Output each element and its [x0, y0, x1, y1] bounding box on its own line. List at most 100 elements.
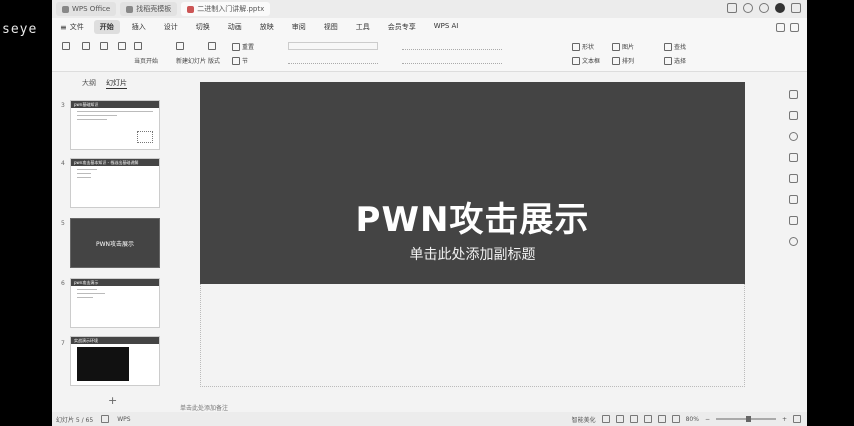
font-box[interactable]: [288, 42, 378, 50]
window-layout-icon[interactable]: [727, 3, 737, 13]
brush-icon: [118, 42, 126, 50]
menu-item[interactable]: 动画: [222, 20, 248, 34]
wps-window: WPS Office 找稻壳模板 二进制入门讲解.pptx ≡ 文件 开始 插入…: [52, 0, 807, 426]
font-format-row[interactable]: [288, 56, 378, 64]
pin-icon[interactable]: [788, 111, 798, 120]
section-button[interactable]: 节: [232, 56, 248, 65]
shape-icon: [572, 42, 580, 51]
theme-icon[interactable]: [759, 3, 769, 13]
new-slide-button[interactable]: [176, 42, 184, 50]
menu-item[interactable]: WPS AI: [428, 20, 465, 34]
settings-icon[interactable]: [743, 3, 753, 13]
from-current-label[interactable]: 当页开始: [134, 56, 158, 65]
share-icon[interactable]: [790, 22, 799, 32]
menu-item[interactable]: 插入: [126, 20, 152, 34]
menu-item[interactable]: 审阅: [286, 20, 312, 34]
shape-button[interactable]: 形状: [572, 42, 594, 51]
avatar[interactable]: [775, 3, 785, 13]
help-icon[interactable]: [788, 237, 798, 246]
select-button[interactable]: 选择: [664, 56, 686, 65]
normal-view-icon[interactable]: [629, 415, 638, 423]
slide-thumbnail[interactable]: 实战演示环境: [70, 336, 160, 386]
reset-button[interactable]: 重置: [232, 42, 254, 51]
export-icon[interactable]: [788, 216, 798, 225]
property-icon[interactable]: [788, 90, 798, 99]
find-icon: [664, 42, 672, 51]
zoom-slider-knob[interactable]: [746, 416, 752, 422]
format-painter-button[interactable]: [118, 42, 126, 50]
font-select[interactable]: [288, 42, 378, 50]
star-icon[interactable]: [788, 132, 798, 141]
tab-label: 二进制入门讲解.pptx: [197, 5, 265, 13]
copy-icon: [100, 42, 108, 50]
textbox-button[interactable]: 文本框: [572, 56, 600, 65]
cut-button[interactable]: [82, 42, 90, 50]
slideshow-icon[interactable]: [671, 415, 680, 423]
comment-icon[interactable]: [615, 415, 624, 423]
beautify-button[interactable]: 智能美化: [572, 415, 596, 424]
paste-button[interactable]: [62, 42, 70, 50]
slide-number: 5: [61, 220, 65, 227]
wps-status-icon: [101, 415, 110, 423]
find-button[interactable]: 查找: [664, 42, 686, 51]
layout-button[interactable]: [208, 42, 216, 50]
play-from-current-button[interactable]: [134, 42, 142, 50]
tools-icon[interactable]: [788, 195, 798, 204]
slide-thumbnail[interactable]: pwn攻击演示: [70, 278, 160, 328]
menu-item[interactable]: 放映: [254, 20, 280, 34]
zoom-slider[interactable]: [715, 416, 776, 422]
template-icon: [126, 5, 134, 13]
add-slide-button[interactable]: +: [108, 394, 117, 407]
tab-slides[interactable]: 幻灯片: [106, 78, 127, 89]
cloud-icon[interactable]: [776, 22, 785, 32]
layout-label[interactable]: 版式: [208, 56, 220, 65]
format-icons[interactable]: [288, 56, 378, 64]
menu-item[interactable]: 设计: [158, 20, 184, 34]
screen: seye WPS Office 找稻壳模板 二进制入门讲解.pptx ≡ 文件 …: [0, 0, 854, 426]
zoom-in-icon[interactable]: +: [782, 416, 787, 423]
align-row[interactable]: [402, 56, 502, 64]
fit-window-icon[interactable]: [793, 415, 801, 423]
app-name: WPS: [117, 415, 131, 423]
select-text: 选择: [674, 58, 687, 65]
tab-templates[interactable]: 找稻壳模板: [120, 2, 178, 16]
minimize-icon[interactable]: [791, 3, 801, 13]
menu-item[interactable]: 工具: [350, 20, 376, 34]
slide-sorter-icon[interactable]: [643, 415, 652, 423]
paste-icon: [62, 42, 70, 50]
notes-icon[interactable]: [601, 415, 610, 423]
tab-outline[interactable]: 大纲: [82, 78, 96, 89]
slide-thumbnail[interactable]: pwn攻击基本知识 - 栈溢出基础讲解: [70, 158, 160, 208]
paragraph-row[interactable]: [402, 42, 502, 50]
thumb-screenshot: [77, 347, 129, 381]
copy-button[interactable]: [100, 42, 108, 50]
current-slide[interactable]: PWN攻击展示 单击此处添加副标题: [200, 82, 745, 284]
slide-title[interactable]: PWN攻击展示: [200, 192, 745, 241]
slide-subtitle[interactable]: 单击此处添加副标题: [200, 244, 745, 264]
animation-icon[interactable]: [788, 174, 798, 183]
image-button[interactable]: 图片: [612, 42, 634, 51]
slide-number: 6: [61, 280, 65, 287]
align-icons[interactable]: [402, 56, 502, 64]
arrange-button[interactable]: 排列: [612, 56, 634, 65]
paragraph-icons[interactable]: [402, 42, 502, 50]
tab-wps-home[interactable]: WPS Office: [56, 2, 117, 16]
hamburger-icon: ≡: [60, 22, 67, 32]
image-text: 图片: [622, 44, 635, 51]
layout-icon: [208, 42, 216, 50]
clipboard-icon: [82, 42, 90, 50]
menu-item[interactable]: 会员专享: [382, 20, 422, 34]
new-slide-label[interactable]: 新建幻灯片: [176, 56, 206, 65]
zoom-out-icon[interactable]: −: [705, 416, 710, 423]
menu-item[interactable]: 开始: [93, 20, 120, 34]
menu-item[interactable]: 切换: [190, 20, 216, 34]
slide-canvas[interactable]: PWN攻击展示 单击此处添加副标题: [172, 72, 772, 402]
notes-placeholder[interactable]: 单击此处添加备注: [180, 403, 228, 412]
reading-view-icon[interactable]: [657, 415, 666, 423]
file-menu[interactable]: ≡ 文件: [60, 22, 84, 32]
tab-document[interactable]: 二进制入门讲解.pptx: [181, 2, 271, 16]
template-panel-icon[interactable]: [788, 153, 798, 162]
slide-thumbnail-selected[interactable]: PWN攻击展示: [70, 218, 160, 268]
slide-thumbnail[interactable]: pwn基础知识: [70, 100, 160, 150]
menu-item[interactable]: 视图: [318, 20, 344, 34]
